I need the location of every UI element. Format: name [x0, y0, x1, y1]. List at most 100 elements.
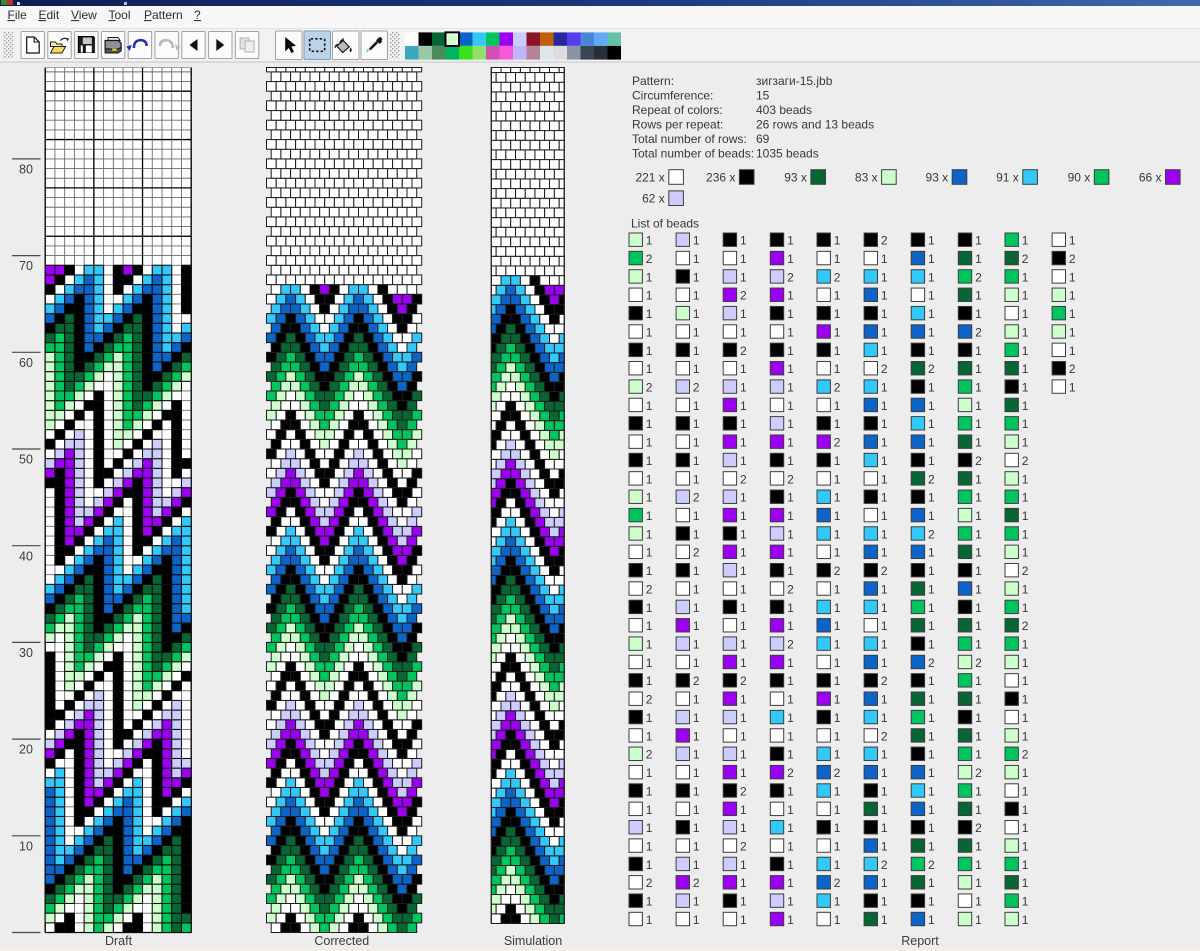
svg-text:1: 1	[740, 491, 747, 505]
svg-text:1: 1	[1022, 509, 1029, 523]
svg-text:2: 2	[740, 674, 747, 688]
svg-text:1: 1	[740, 454, 747, 468]
svg-text:2: 2	[740, 784, 747, 798]
svg-text:1: 1	[928, 399, 935, 413]
svg-text:1: 1	[787, 325, 794, 339]
svg-text:1: 1	[975, 711, 982, 725]
svg-text:1: 1	[740, 509, 747, 523]
svg-text:1: 1	[881, 472, 888, 486]
svg-text:1: 1	[975, 546, 982, 560]
svg-text:1: 1	[881, 307, 888, 321]
svg-text:1: 1	[834, 307, 841, 321]
svg-text:2: 2	[975, 454, 982, 468]
svg-text:2: 2	[975, 270, 982, 284]
svg-text:Total number of rows:: Total number of rows:	[632, 132, 747, 146]
svg-text:1: 1	[693, 399, 700, 413]
svg-text:1: 1	[646, 803, 653, 817]
svg-text:1: 1	[928, 289, 935, 303]
svg-text:1: 1	[1022, 839, 1029, 853]
svg-text:2: 2	[646, 748, 653, 762]
svg-text:1: 1	[740, 564, 747, 578]
svg-text:2: 2	[881, 362, 888, 376]
svg-text:1: 1	[693, 270, 700, 284]
svg-text:1: 1	[646, 491, 653, 505]
svg-text:1: 1	[928, 436, 935, 450]
svg-text:1: 1	[881, 876, 888, 890]
svg-text:1: 1	[646, 564, 653, 578]
svg-text:1: 1	[740, 766, 747, 780]
svg-text:1: 1	[928, 344, 935, 358]
svg-text:1035 beads: 1035 beads	[756, 147, 819, 161]
svg-text:2: 2	[787, 582, 794, 596]
svg-text:90 x: 90 x	[1068, 171, 1091, 185]
svg-text:2: 2	[1022, 252, 1029, 266]
svg-text:1: 1	[975, 674, 982, 688]
svg-text:1: 1	[740, 913, 747, 927]
svg-text:1: 1	[881, 325, 888, 339]
svg-text:File: File	[8, 8, 28, 22]
svg-text:1: 1	[646, 362, 653, 376]
svg-text:1: 1	[740, 895, 747, 909]
svg-text:2: 2	[646, 693, 653, 707]
svg-text:1: 1	[646, 656, 653, 670]
svg-text:1: 1	[834, 491, 841, 505]
svg-text:1: 1	[646, 344, 653, 358]
svg-text:1: 1	[834, 748, 841, 762]
svg-text:1: 1	[787, 307, 794, 321]
svg-text:1: 1	[834, 674, 841, 688]
svg-text:1: 1	[928, 380, 935, 394]
svg-text:1: 1	[1022, 766, 1029, 780]
svg-text:1: 1	[881, 582, 888, 596]
svg-text:1: 1	[787, 546, 794, 560]
svg-text:93 x: 93 x	[926, 171, 949, 185]
svg-text:1: 1	[928, 582, 935, 596]
svg-text:1: 1	[881, 380, 888, 394]
svg-text:1: 1	[646, 417, 653, 431]
svg-text:1: 1	[740, 582, 747, 596]
svg-text:2: 2	[787, 270, 794, 284]
svg-text:1: 1	[1022, 307, 1029, 321]
svg-text:1: 1	[740, 656, 747, 670]
svg-text:1: 1	[928, 766, 935, 780]
svg-text:1: 1	[834, 454, 841, 468]
svg-text:Rows per repeat:: Rows per repeat:	[632, 118, 723, 132]
svg-text:50: 50	[19, 453, 33, 467]
svg-text:1: 1	[1022, 491, 1029, 505]
svg-text:1: 1	[740, 417, 747, 431]
svg-text:1: 1	[646, 399, 653, 413]
svg-text:1: 1	[881, 895, 888, 909]
svg-text:1: 1	[881, 601, 888, 615]
svg-text:1: 1	[975, 344, 982, 358]
svg-text:1: 1	[740, 270, 747, 284]
svg-text:1: 1	[928, 784, 935, 798]
svg-text:66 x: 66 x	[1139, 171, 1162, 185]
svg-text:2: 2	[834, 270, 841, 284]
svg-text:1: 1	[646, 729, 653, 743]
svg-text:1: 1	[693, 601, 700, 615]
svg-text:1: 1	[787, 344, 794, 358]
svg-text:1: 1	[787, 895, 794, 909]
svg-text:1: 1	[787, 784, 794, 798]
svg-text:70: 70	[19, 259, 33, 273]
svg-text:1: 1	[740, 858, 747, 872]
svg-text:1: 1	[975, 839, 982, 853]
svg-text:1: 1	[881, 417, 888, 431]
svg-text:1: 1	[740, 325, 747, 339]
svg-text:1: 1	[1022, 362, 1029, 376]
svg-text:2: 2	[787, 766, 794, 780]
svg-text:2: 2	[881, 674, 888, 688]
svg-text:1: 1	[646, 858, 653, 872]
svg-text:1: 1	[1022, 656, 1029, 670]
svg-text:1: 1	[975, 876, 982, 890]
svg-text:2: 2	[928, 362, 935, 376]
svg-text:83 x: 83 x	[855, 171, 878, 185]
svg-text:2: 2	[834, 564, 841, 578]
svg-text:1: 1	[881, 436, 888, 450]
svg-text:1: 1	[881, 252, 888, 266]
svg-text:2: 2	[928, 472, 935, 486]
svg-text:1: 1	[693, 913, 700, 927]
svg-text:1: 1	[740, 638, 747, 652]
svg-text:1: 1	[740, 362, 747, 376]
svg-text:1: 1	[1022, 546, 1029, 560]
svg-text:1: 1	[834, 803, 841, 817]
